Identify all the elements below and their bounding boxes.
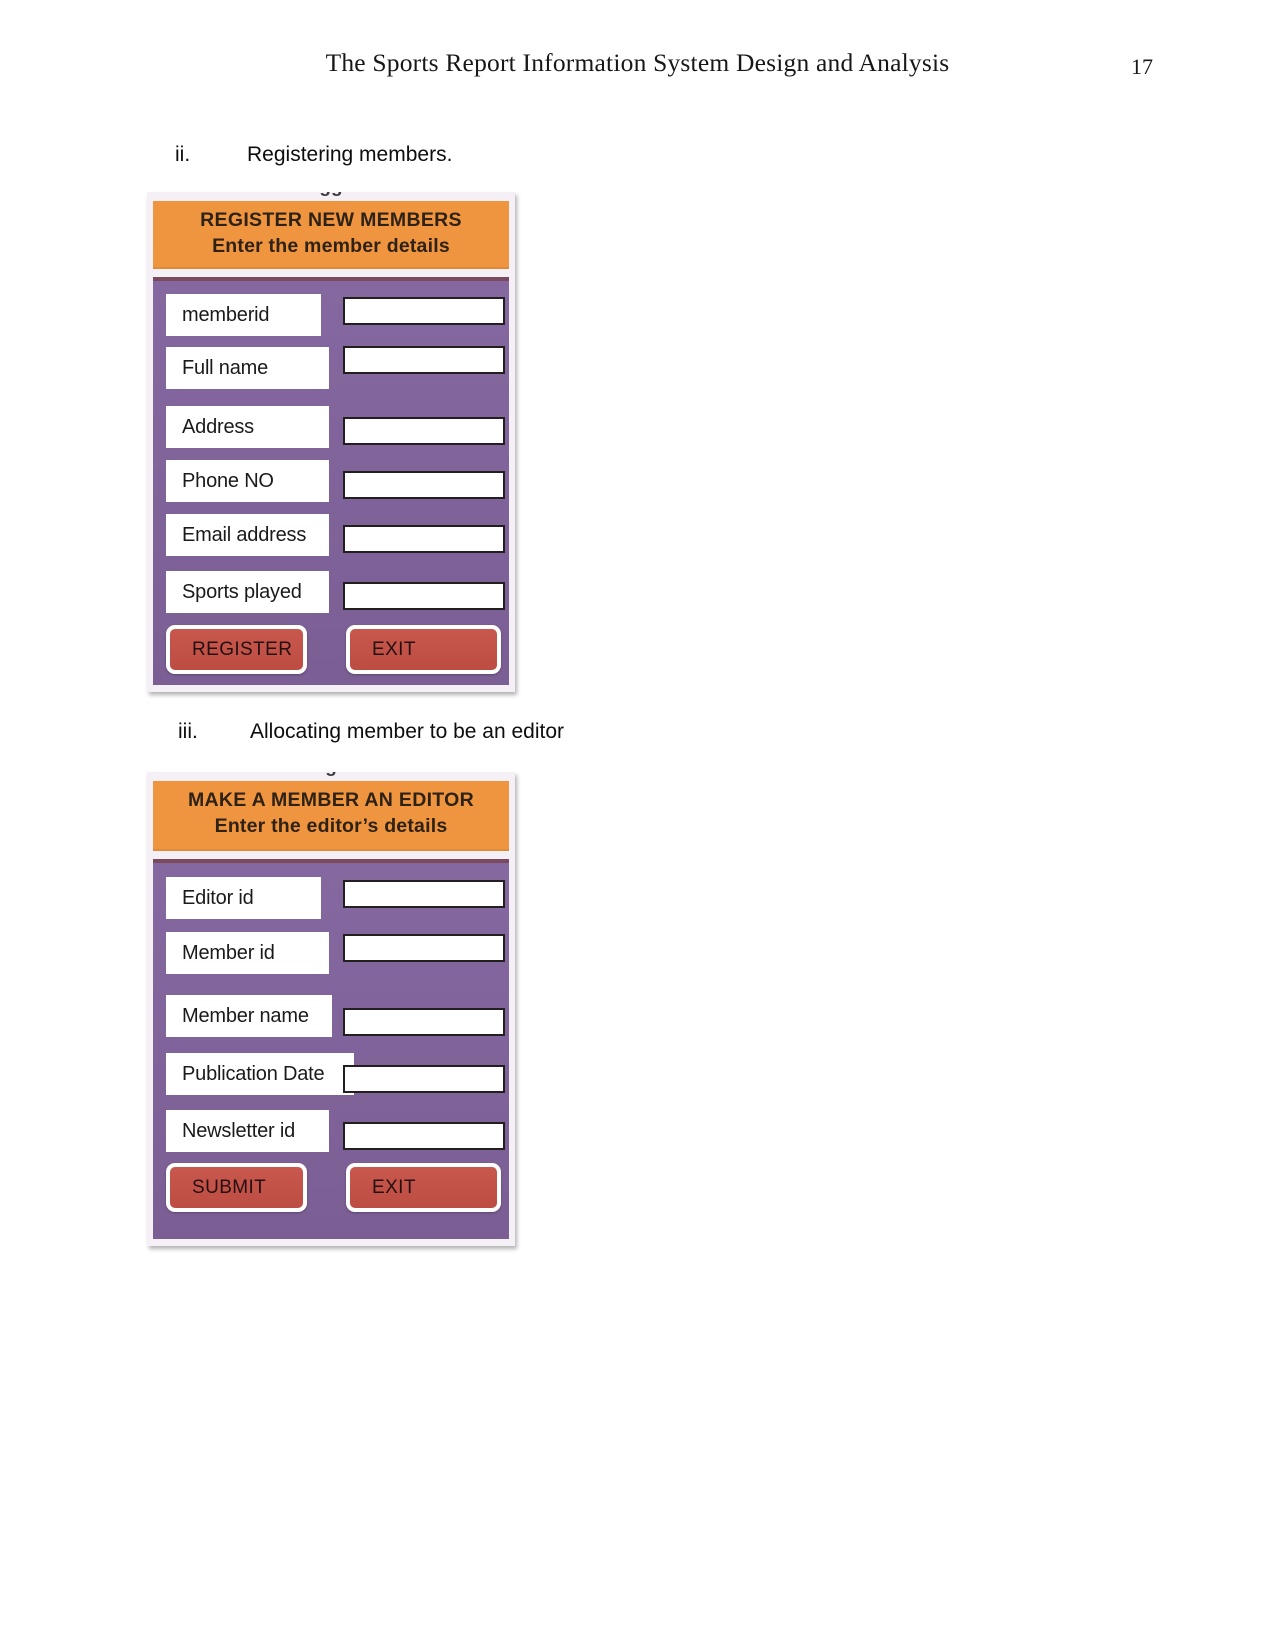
- submit-button[interactable]: SUBMIT: [166, 1163, 307, 1212]
- field-label-publication-date: Publication Date: [166, 1053, 354, 1095]
- exit-button[interactable]: EXIT: [346, 1163, 501, 1212]
- field-input-email-address[interactable]: [343, 525, 505, 553]
- exit-button[interactable]: EXIT: [346, 625, 501, 674]
- field-input-member-name[interactable]: [343, 1008, 505, 1036]
- field-label-member-id: Member id: [166, 932, 329, 974]
- cutoff-title-ghost: gg: [147, 192, 515, 198]
- list-item-numeral: iii.: [178, 720, 198, 743]
- dialog-header: MAKE A MEMBER AN EDITOR Enter the editor…: [153, 781, 509, 851]
- field-input-editor-id[interactable]: [343, 880, 505, 908]
- dialog-title: MAKE A MEMBER AN EDITOR: [187, 789, 475, 811]
- field-label-editor-id: Editor id: [166, 877, 321, 919]
- dialog-subtitle: Enter the editor’s details: [214, 815, 448, 837]
- list-item-text: Registering members.: [247, 143, 453, 166]
- page-number: 17: [1131, 54, 1153, 79]
- field-label-newsletter-id: Newsletter id: [166, 1110, 329, 1152]
- field-label-phone-no: Phone NO: [166, 460, 329, 502]
- cutoff-title-ghost: g: [147, 772, 515, 778]
- field-label-email-address: Email address: [166, 514, 329, 556]
- list-item-numeral: ii.: [175, 143, 191, 166]
- dialog-header: REGISTER NEW MEMBERS Enter the member de…: [153, 201, 509, 269]
- field-input-newsletter-id[interactable]: [343, 1122, 505, 1150]
- field-input-member-id[interactable]: [343, 934, 505, 962]
- field-label-memberid: memberid: [166, 294, 321, 336]
- dialog-subtitle: Enter the member details: [212, 235, 450, 257]
- field-input-full-name[interactable]: [343, 346, 505, 374]
- field-input-memberid[interactable]: [343, 297, 505, 325]
- field-input-sports-played[interactable]: [343, 582, 505, 610]
- register-new-members-dialog: gg REGISTER NEW MEMBERS Enter the member…: [147, 192, 515, 692]
- field-label-member-name: Member name: [166, 995, 332, 1037]
- field-input-phone-no[interactable]: [343, 471, 505, 499]
- field-label-address: Address: [166, 406, 329, 448]
- dialog-body: Editor id Member id Member name Publicat…: [153, 859, 509, 1239]
- field-label-full-name: Full name: [166, 347, 329, 389]
- document-title: The Sports Report Information System Des…: [325, 48, 950, 77]
- field-label-sports-played: Sports played: [166, 571, 329, 613]
- field-input-address[interactable]: [343, 417, 505, 445]
- dialog-title: REGISTER NEW MEMBERS: [200, 209, 462, 231]
- dialog-body: memberid Full name Address Phone NO Emai…: [153, 277, 509, 685]
- register-button[interactable]: REGISTER: [166, 625, 307, 674]
- field-input-publication-date[interactable]: [343, 1065, 505, 1093]
- make-member-editor-dialog: g MAKE A MEMBER AN EDITOR Enter the edit…: [147, 772, 515, 1246]
- page-running-head: The Sports Report Information System Des…: [0, 48, 1275, 92]
- list-item-text: Allocating member to be an editor: [250, 720, 565, 743]
